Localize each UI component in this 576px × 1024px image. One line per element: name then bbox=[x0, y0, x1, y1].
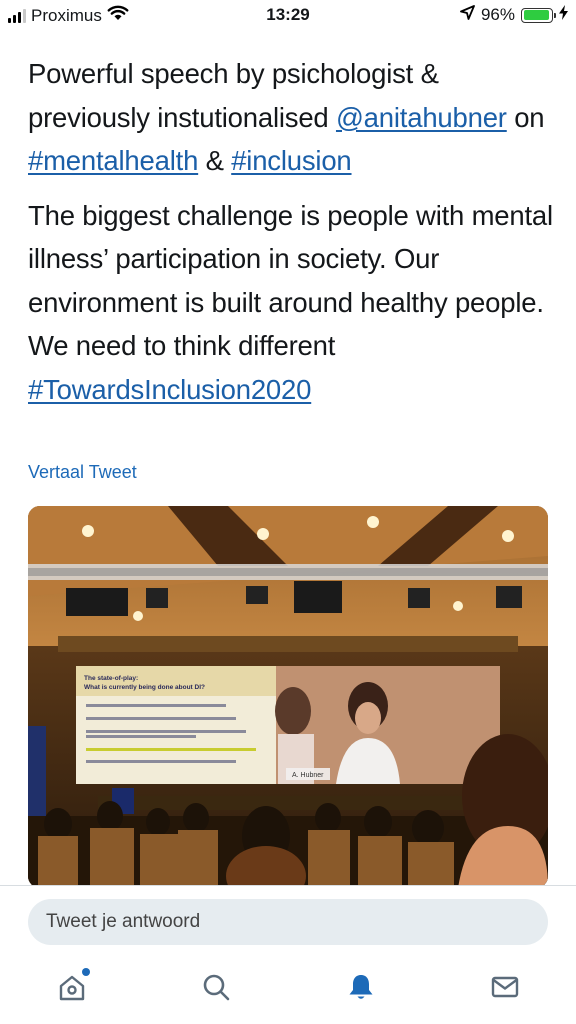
reply-input[interactable]: Tweet je antwoord bbox=[28, 899, 548, 945]
tab-home[interactable] bbox=[54, 968, 90, 1005]
notification-dot bbox=[82, 968, 90, 976]
tweet-text-segment: on bbox=[506, 101, 545, 133]
tweet-text: Powerful speech by psichologist & previo… bbox=[28, 52, 558, 422]
tab-bar bbox=[0, 955, 576, 1024]
tab-notifications[interactable] bbox=[343, 969, 379, 1005]
battery-icon bbox=[521, 7, 556, 23]
translate-tweet-link[interactable]: Vertaal Tweet bbox=[28, 462, 137, 483]
tab-messages[interactable] bbox=[487, 969, 523, 1005]
tweet-photo[interactable]: The state-of-play: What is currently bei… bbox=[28, 506, 548, 888]
messages-mail-icon bbox=[490, 972, 520, 1002]
tweet-text-segment: & bbox=[198, 145, 232, 176]
mention-link[interactable]: @anitahubner bbox=[336, 102, 507, 133]
battery-percent: 96% bbox=[480, 5, 515, 24]
home-icon bbox=[57, 972, 87, 1002]
hashtag-link-mentalhealth[interactable]: #mentalhealth bbox=[28, 145, 198, 176]
search-icon bbox=[201, 972, 231, 1002]
speaker-caption: A. Hubner bbox=[292, 772, 324, 779]
location-arrow-icon bbox=[460, 5, 475, 25]
hashtag-link-inclusion[interactable]: #inclusion bbox=[231, 145, 352, 176]
tweet-text-segment: The biggest challenge is people with men… bbox=[28, 199, 553, 362]
tweet-paragraph-1: Powerful speech by psichologist & previo… bbox=[28, 52, 558, 183]
status-bar: Proximus 13:29 96% bbox=[0, 0, 576, 30]
hashtag-link-towardsinclusion[interactable]: #TowardsInclusion2020 bbox=[28, 374, 311, 405]
status-right: 96% bbox=[460, 5, 568, 25]
tweet-paragraph-2: The biggest challenge is people with men… bbox=[28, 194, 558, 412]
notifications-bell-icon bbox=[346, 972, 376, 1002]
tab-search[interactable] bbox=[198, 969, 234, 1005]
slide-title-line-1: The state-of-play: bbox=[84, 675, 138, 682]
charging-bolt-icon bbox=[559, 5, 568, 25]
slide-title-line-2: What is currently being done about DI? bbox=[84, 684, 205, 691]
battery-level-fill bbox=[523, 10, 550, 20]
reply-area: Tweet je antwoord bbox=[0, 885, 576, 955]
